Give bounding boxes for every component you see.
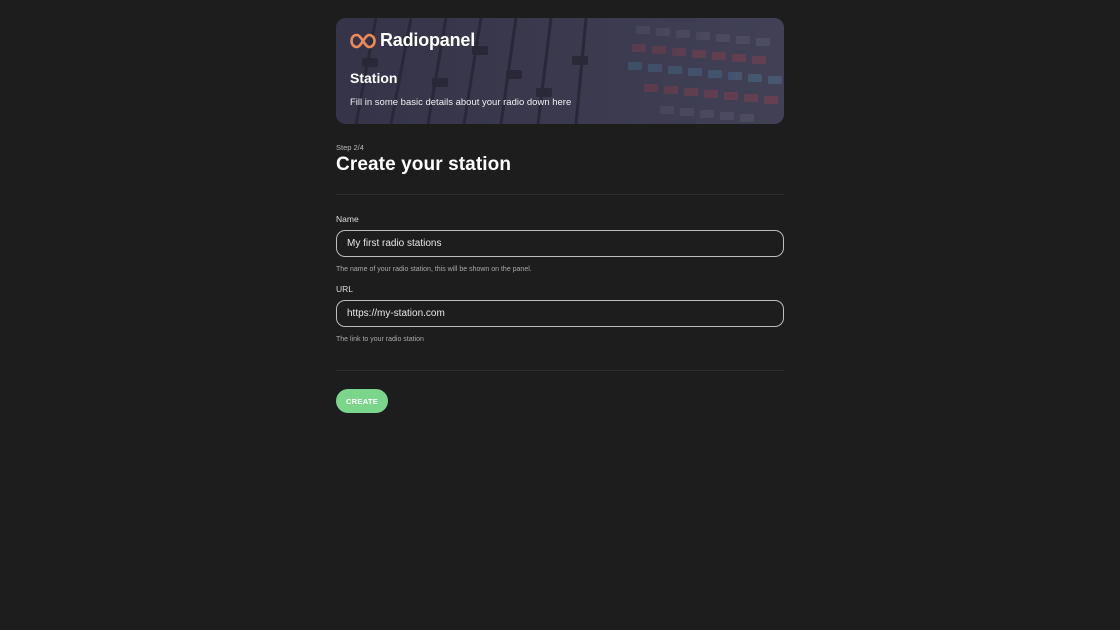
section-title: Station (350, 70, 398, 86)
divider (336, 370, 784, 371)
page-title: Create your station (336, 154, 512, 175)
divider (336, 194, 784, 195)
brand[interactable]: Radiopanel (350, 30, 475, 51)
name-label: Name (336, 214, 359, 224)
name-help-text: The name of your radio station, this wil… (336, 266, 532, 273)
url-label: URL (336, 284, 354, 294)
name-input[interactable] (336, 230, 784, 257)
page-container: Radiopanel Station Fill in some basic de… (336, 18, 784, 413)
section-subtitle: Fill in some basic details about your ra… (350, 97, 572, 108)
create-button[interactable]: CREATE (336, 389, 388, 413)
url-input[interactable] (336, 300, 784, 327)
header-banner: Radiopanel Station Fill in some basic de… (336, 18, 784, 124)
infinity-logo-icon (350, 33, 376, 48)
brand-name: Radiopanel (380, 30, 476, 50)
step-indicator: Step 2/4 (336, 143, 364, 152)
url-help-text: The link to your radio station (336, 336, 424, 343)
